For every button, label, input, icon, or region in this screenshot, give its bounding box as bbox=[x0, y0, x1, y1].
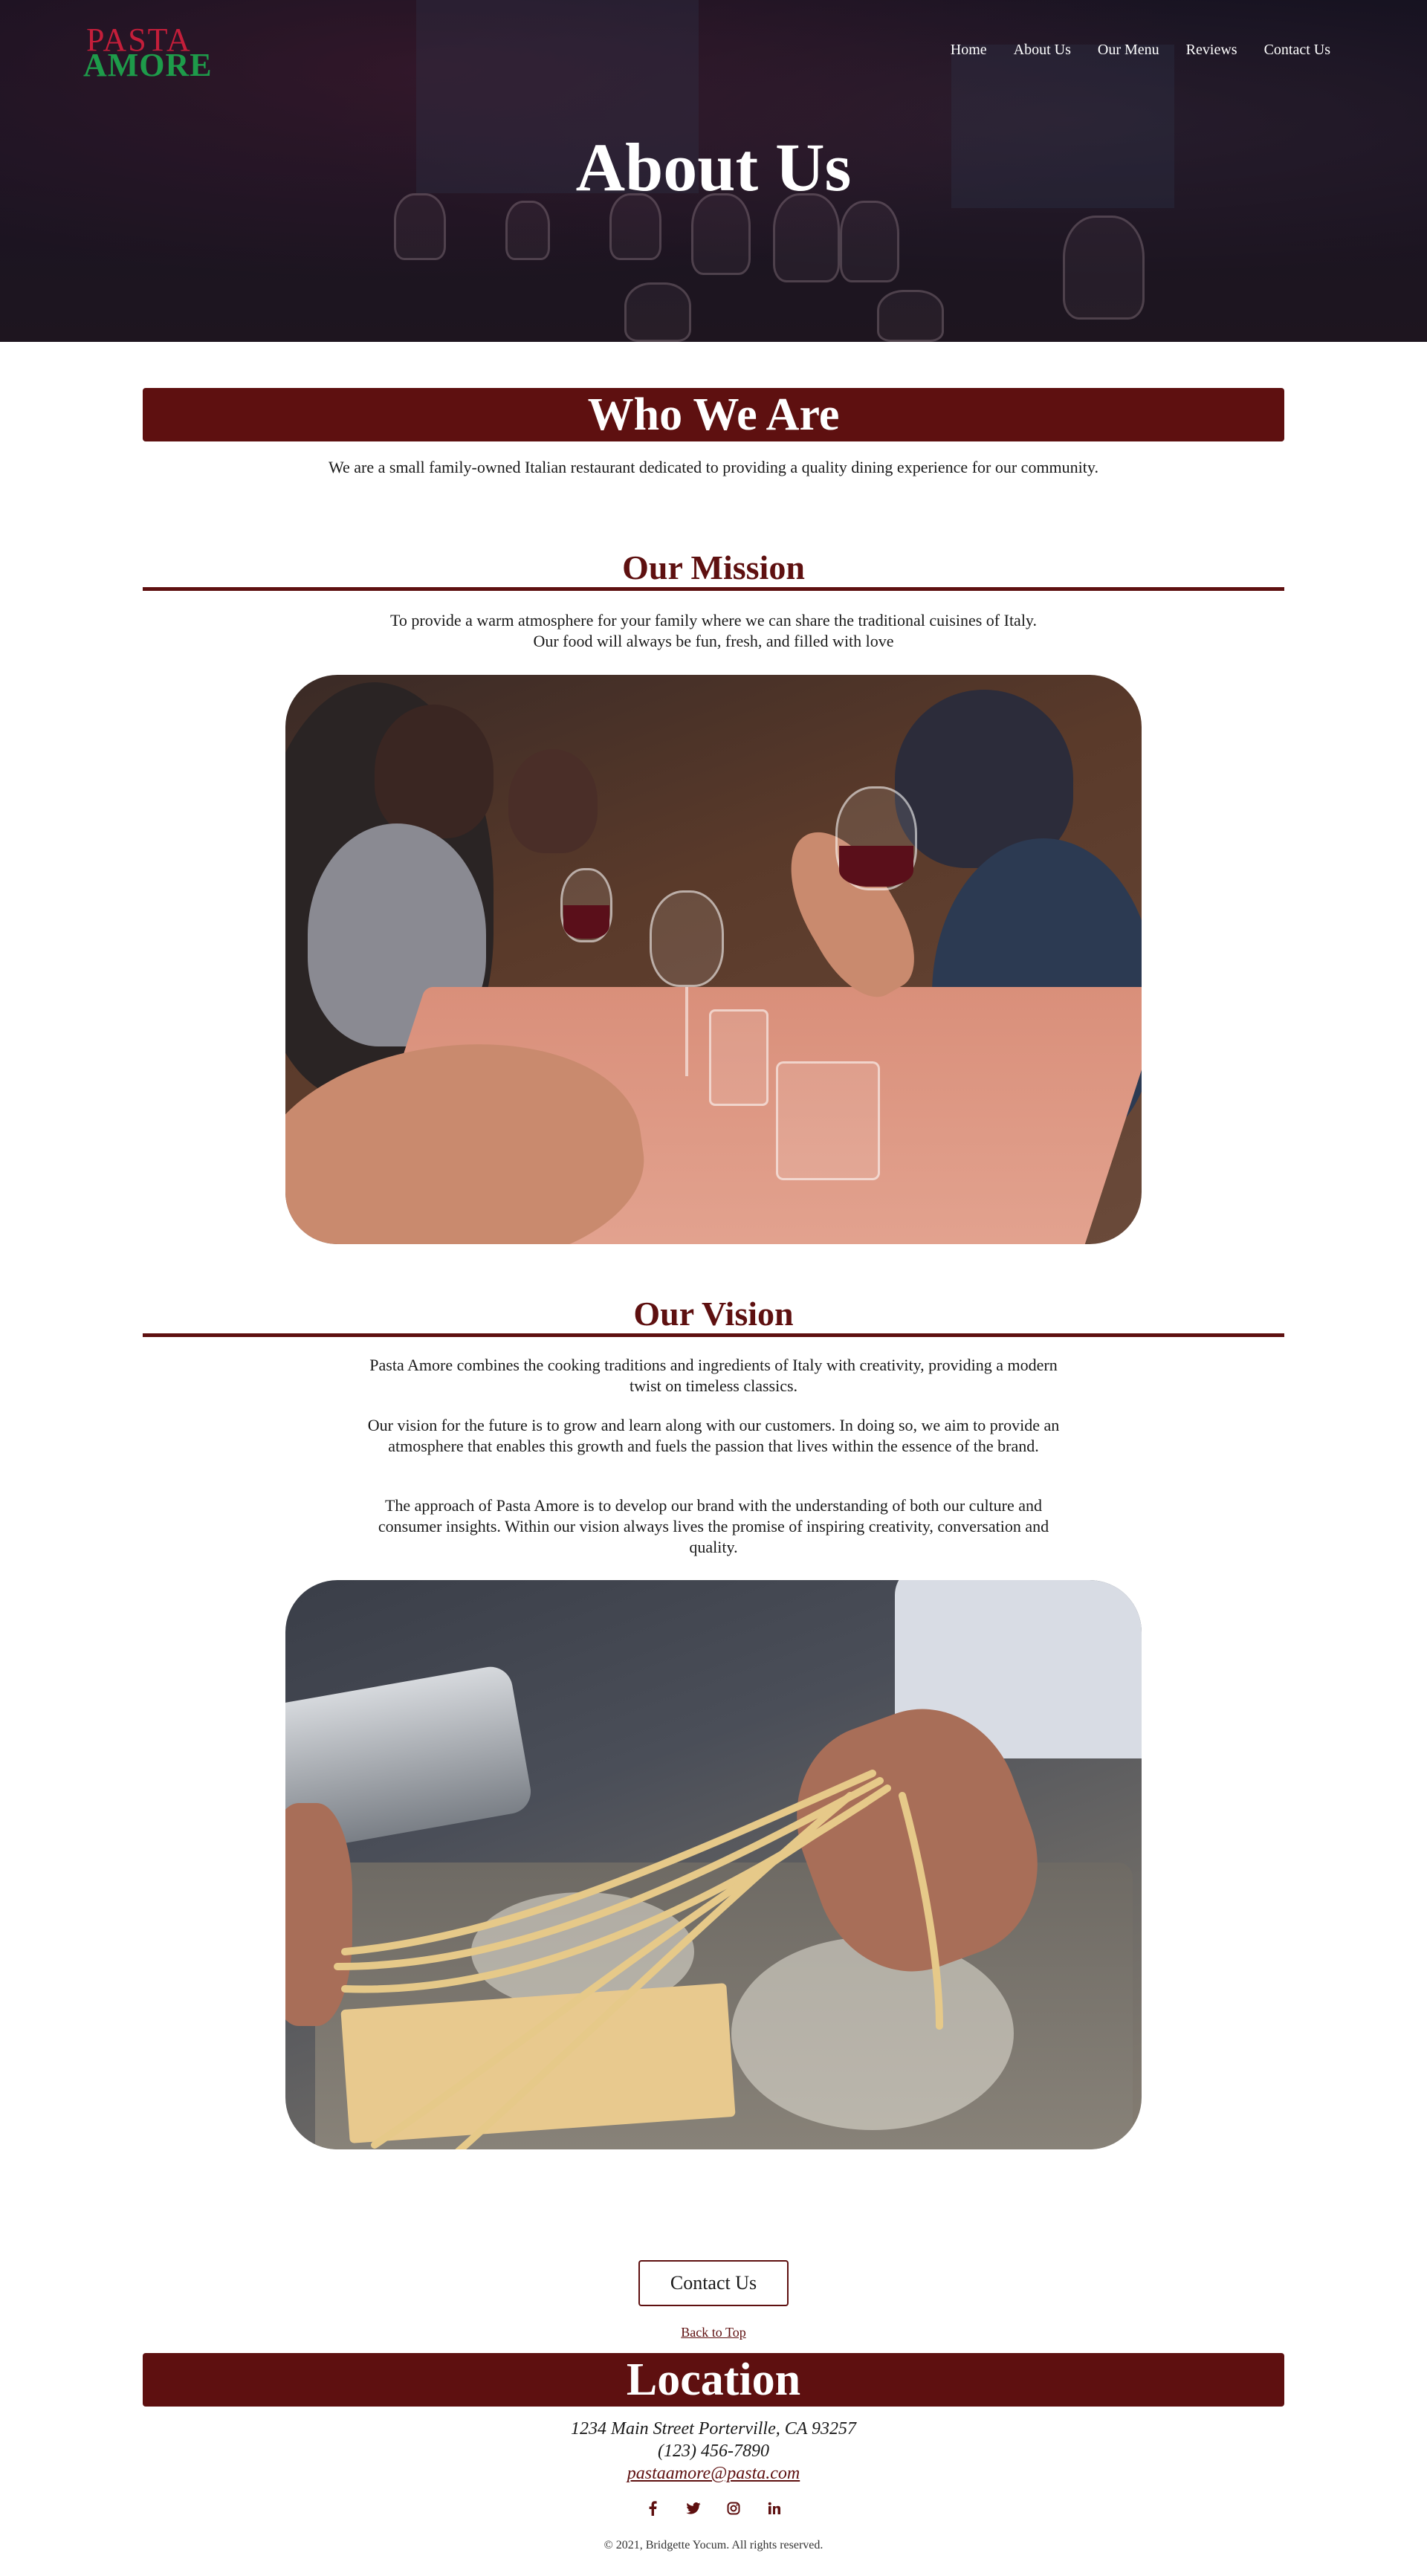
vision-paragraph-3: The approach of Pasta Amore is to develo… bbox=[378, 1496, 1049, 1556]
location-phone: (123) 456-7890 bbox=[658, 2441, 769, 2461]
nav-our-menu[interactable]: Our Menu bbox=[1098, 42, 1159, 59]
mission-divider bbox=[143, 587, 1284, 591]
copyright-text: © 2021, Bridgette Yocum. All rights rese… bbox=[604, 2539, 823, 2551]
vision-paragraph-1: Pasta Amore combines the cooking traditi… bbox=[369, 1356, 1058, 1395]
vision-paragraph-2: Our vision for the future is to grow and… bbox=[367, 1416, 1060, 1455]
twitter-icon[interactable] bbox=[685, 2499, 702, 2517]
location-email-link[interactable]: pastaamore@pasta.com bbox=[0, 2462, 1427, 2485]
mission-heading: Our Mission bbox=[622, 548, 805, 586]
nav-reviews[interactable]: Reviews bbox=[1186, 42, 1237, 59]
linkedin-icon[interactable] bbox=[766, 2499, 783, 2517]
contact-us-button[interactable]: Contact Us bbox=[638, 2260, 789, 2306]
vision-heading: Our Vision bbox=[633, 1295, 794, 1333]
vision-divider bbox=[143, 1333, 1284, 1337]
who-we-are-text: We are a small family-owned Italian rest… bbox=[329, 458, 1098, 476]
nav-about-us[interactable]: About Us bbox=[1014, 42, 1071, 59]
logo-wordmark-bottom: AMORE bbox=[83, 47, 213, 83]
location-heading: Location bbox=[143, 2353, 1284, 2407]
mission-line-2: Our food will always be fun, fresh, and … bbox=[533, 632, 894, 650]
mission-line-1: To provide a warm atmosphere for your fa… bbox=[390, 611, 1037, 630]
instagram-icon[interactable] bbox=[725, 2499, 742, 2517]
pasta-making-photo bbox=[285, 1580, 1142, 2149]
pasta-strands bbox=[334, 1770, 943, 2149]
logo[interactable]: PASTA AMORE bbox=[83, 24, 232, 82]
who-we-are-heading: Who We Are bbox=[143, 388, 1284, 441]
hero-banner: PASTA AMORE Home About Us Our Menu Revie… bbox=[0, 0, 1427, 342]
nav-contact-us[interactable]: Contact Us bbox=[1264, 42, 1330, 59]
social-links bbox=[644, 2497, 783, 2520]
dining-photo bbox=[285, 675, 1142, 1244]
back-to-top-link[interactable]: Back to Top bbox=[0, 2325, 1427, 2340]
main-nav: Home About Us Our Menu Reviews Contact U… bbox=[951, 42, 1330, 59]
location-address: 1234 Main Street Porterville, CA 93257 bbox=[571, 2419, 856, 2439]
nav-home[interactable]: Home bbox=[951, 42, 987, 59]
facebook-icon[interactable] bbox=[644, 2499, 661, 2517]
page-title: About Us bbox=[575, 129, 852, 205]
